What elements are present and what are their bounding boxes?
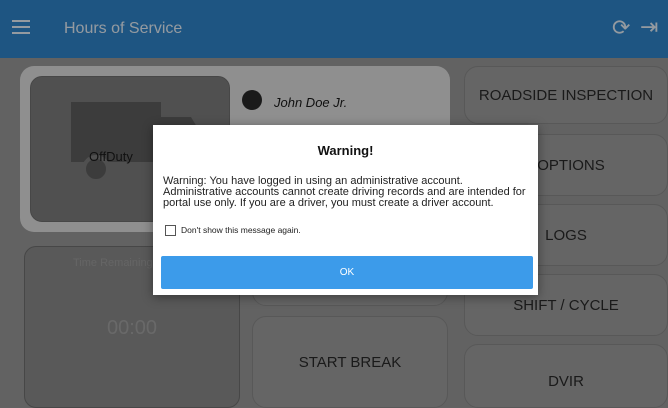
ok-button[interactable]: OK bbox=[161, 256, 533, 289]
dialog-title: Warning! bbox=[317, 143, 374, 158]
dont-show-again-checkbox[interactable] bbox=[165, 225, 176, 236]
dont-show-again-label[interactable]: Don't show this message again. bbox=[181, 225, 301, 235]
warning-dialog: Warning! Warning: You have logged in usi… bbox=[153, 125, 538, 295]
dialog-message: Warning: You have logged in using an adm… bbox=[163, 175, 526, 209]
